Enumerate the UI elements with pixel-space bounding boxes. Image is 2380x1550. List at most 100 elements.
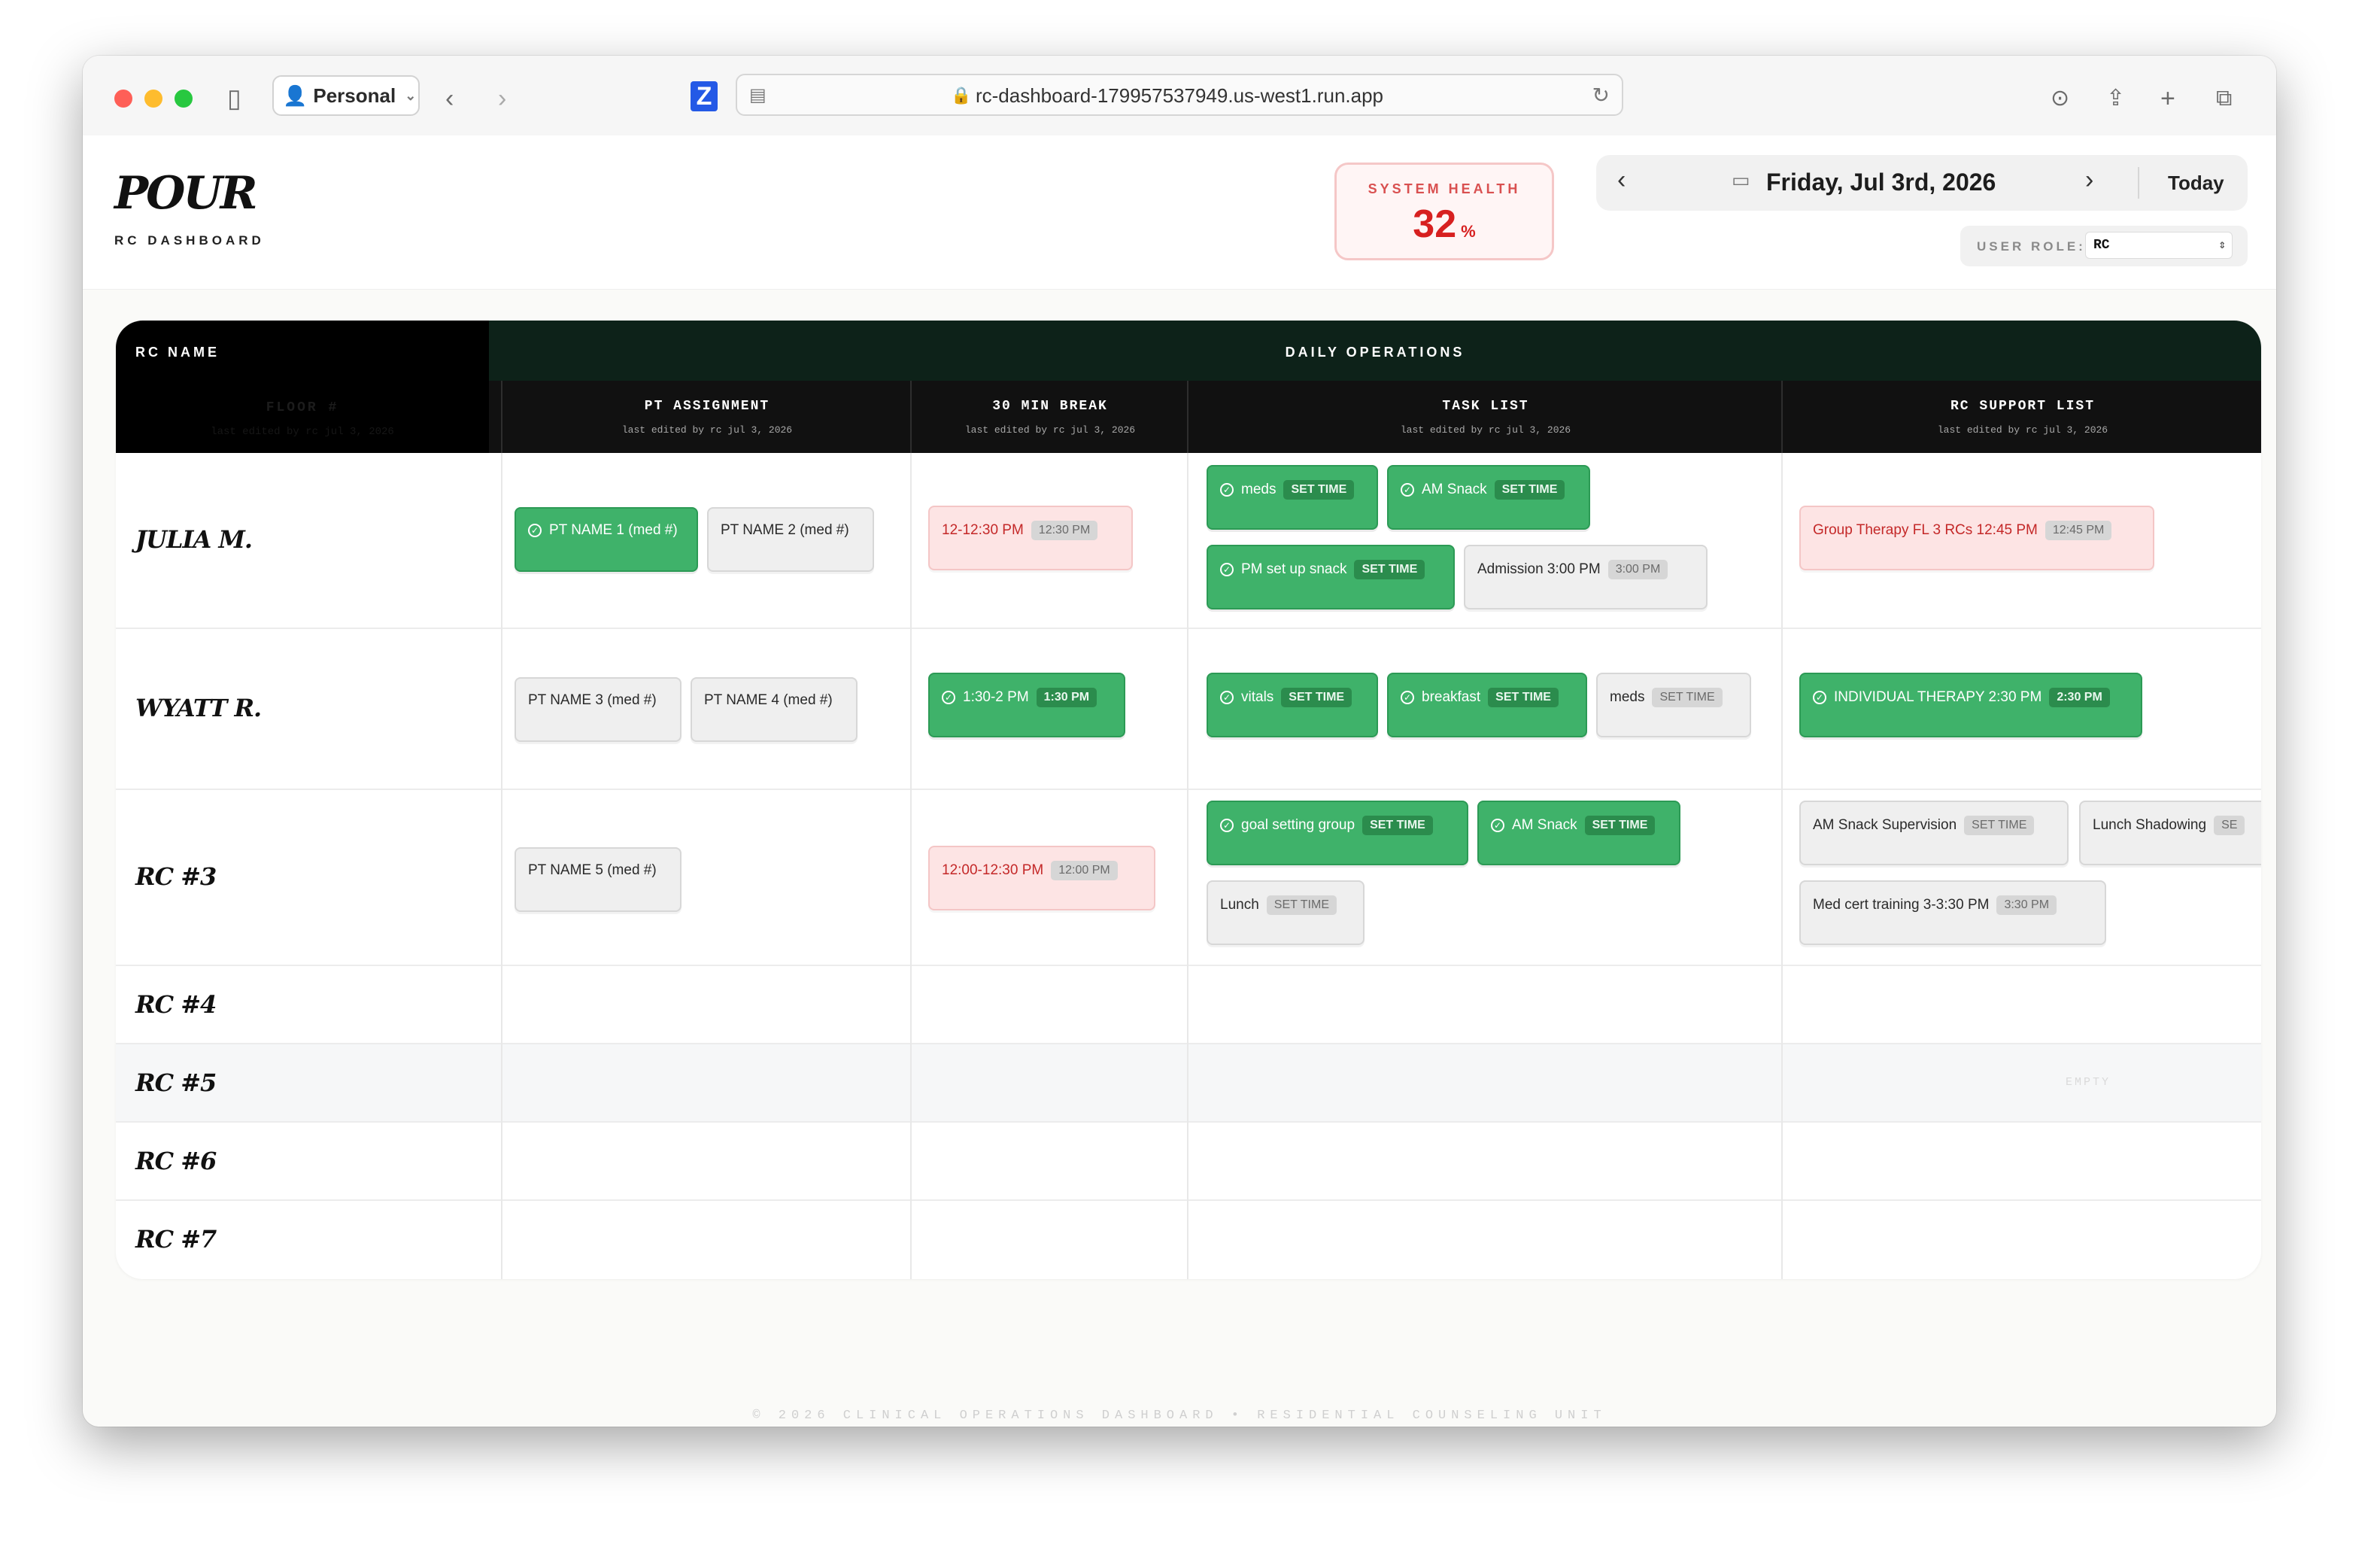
column-divider [1187, 453, 1188, 1279]
sidebar-toggle-icon[interactable]: ▯ [227, 86, 241, 111]
check-circle-icon: ✓ [1491, 819, 1504, 832]
task-card[interactable]: ✓ breakfast SET TIME [1387, 673, 1587, 737]
rc-row-4: RC #4 [116, 966, 2261, 1044]
rc-name: JULIA M. [135, 525, 253, 554]
column-title: 30 MIN BREAK [992, 399, 1108, 414]
set-time-button[interactable]: SE [2214, 816, 2245, 835]
rc-name: RC #4 [135, 990, 217, 1019]
rc-name: RC #3 [135, 862, 217, 891]
pt-card[interactable]: PT NAME 3 (med #) [515, 677, 682, 742]
time-pill: 12:00 PM [1051, 861, 1118, 880]
next-day-icon[interactable]: › [2085, 166, 2093, 195]
footer: © 2026 CLINICAL OPERATIONS DASHBOARD • R… [752, 1409, 1607, 1423]
new-tab-icon[interactable]: + [2160, 86, 2175, 111]
support-card[interactable]: Group Therapy FL 3 RCs 12:45 PM 12:45 PM [1799, 506, 2154, 570]
card-label: AM Snack [1422, 482, 1487, 497]
browser-window: ▯ 👤 Personal ⌄ ‹ › Z ▤ 🔒 rc-dashboard-17… [83, 56, 2276, 1427]
task-card[interactable]: meds SET TIME [1596, 673, 1751, 737]
break-card[interactable]: ✓ 1:30-2 PM 1:30 PM [928, 673, 1125, 737]
forward-icon[interactable]: › [498, 86, 506, 111]
rc-row-6: RC #6 [116, 1123, 2261, 1201]
close-window-button[interactable] [114, 90, 132, 108]
pt-card[interactable]: ✓ PT NAME 1 (med #) [515, 507, 698, 572]
column-divider [1781, 453, 1783, 1279]
previous-day-icon[interactable]: ‹ [1617, 166, 1626, 195]
card-label: PT NAME 1 (med #) [549, 522, 678, 538]
card-label: 1:30-2 PM [963, 689, 1029, 705]
task-card[interactable]: ✓ AM Snack SET TIME [1387, 465, 1590, 530]
check-circle-icon: ✓ [1401, 483, 1414, 497]
check-circle-icon: ✓ [1220, 483, 1234, 497]
rc-name: RC #7 [135, 1225, 217, 1254]
set-time-button[interactable]: SET TIME [1266, 895, 1337, 915]
profile-selector[interactable]: 👤 Personal ⌄ [272, 75, 420, 116]
profile-name: Personal [313, 84, 396, 107]
time-pill: 3:00 PM [1607, 560, 1668, 579]
pt-card[interactable]: PT NAME 4 (med #) [691, 677, 858, 742]
check-circle-icon: ✓ [1220, 691, 1234, 704]
card-label: Admission 3:00 PM [1477, 561, 1601, 577]
time-pill: 12:30 PM [1031, 521, 1098, 540]
extension-z-icon[interactable]: Z [691, 81, 718, 111]
task-card[interactable]: ✓ goal setting group SET TIME [1207, 801, 1468, 865]
task-card[interactable]: ✓ PM set up snack SET TIME [1207, 545, 1455, 609]
rc-name-header-label: RC NAME [135, 345, 220, 360]
break-card[interactable]: 12-12:30 PM 12:30 PM [928, 506, 1133, 570]
system-health-card: SYSTEM HEALTH 32% [1334, 163, 1554, 260]
current-date[interactable]: Friday, Jul 3rd, 2026 [1766, 169, 1996, 196]
column-title: RC SUPPORT LIST [1950, 399, 2096, 414]
support-card[interactable]: ✓ INDIVIDUAL THERAPY 2:30 PM 2:30 PM [1799, 673, 2142, 737]
rc-name: RC #5 [135, 1068, 217, 1097]
today-button[interactable]: Today [2168, 172, 2224, 195]
task-card[interactable]: ✓ vitals SET TIME [1207, 673, 1378, 737]
set-time-button[interactable]: SET TIME [1964, 816, 2035, 835]
time-pill: 12:45 PM [2045, 521, 2112, 540]
download-icon[interactable]: ⊙ [2051, 86, 2069, 111]
support-card[interactable]: Lunch Shadowing SE [2079, 801, 2261, 865]
card-label: meds [1241, 482, 1277, 497]
support-card[interactable]: AM Snack Supervision SET TIME [1799, 801, 2069, 865]
minimize-window-button[interactable] [144, 90, 162, 108]
floor-label: FLOOR # [266, 400, 339, 415]
app-header: POUR RC DASHBOARD SYSTEM HEALTH 32% ‹ ▭ … [83, 135, 2276, 290]
card-label: INDIVIDUAL THERAPY 2:30 PM [1834, 689, 2042, 705]
address-bar[interactable]: ▤ 🔒 rc-dashboard-179957537949.us-west1.r… [736, 74, 1623, 116]
card-label: breakfast [1422, 689, 1481, 705]
task-card[interactable]: Admission 3:00 PM 3:00 PM [1464, 545, 1708, 609]
set-time-button[interactable]: SET TIME [1281, 688, 1352, 707]
pt-card[interactable]: PT NAME 2 (med #) [707, 507, 874, 572]
task-card[interactable]: ✓ meds SET TIME [1207, 465, 1378, 530]
empty-placeholder: EMPTY [2066, 1076, 2111, 1089]
set-time-button[interactable]: SET TIME [1283, 480, 1355, 500]
column-title: TASK LIST [1442, 399, 1529, 414]
share-icon[interactable]: ⇪ [2106, 86, 2125, 111]
set-time-button[interactable]: SET TIME [1652, 688, 1723, 707]
check-circle-icon: ✓ [1220, 563, 1234, 576]
daily-operations-header: DAILY OPERATIONS [489, 321, 2261, 381]
break-card[interactable]: 12:00-12:30 PM 12:00 PM [928, 846, 1155, 910]
zoom-window-button[interactable] [175, 90, 193, 108]
set-time-button[interactable]: SET TIME [1354, 560, 1425, 579]
set-time-button[interactable]: SET TIME [1362, 816, 1433, 835]
person-icon: 👤 [283, 84, 308, 107]
support-card[interactable]: Med cert training 3-3:30 PM 3:30 PM [1799, 880, 2106, 945]
time-pill: 3:30 PM [1996, 895, 2057, 915]
reload-icon[interactable]: ↻ [1592, 83, 1610, 108]
set-time-button[interactable]: SET TIME [1488, 688, 1559, 707]
column-edited: last edited by rc jul 3, 2026 [964, 424, 1136, 436]
column-edited: last edited by rc jul 3, 2026 [1400, 424, 1571, 436]
set-time-button[interactable]: SET TIME [1584, 816, 1656, 835]
card-label: PT NAME 2 (med #) [721, 522, 849, 538]
calendar-icon: ▭ [1732, 169, 1750, 191]
browser-toolbar: ▯ 👤 Personal ⌄ ‹ › Z ▤ 🔒 rc-dashboard-17… [83, 56, 2276, 136]
user-role-value: RC [2093, 238, 2110, 253]
user-role-select[interactable]: RC ⇕ [2085, 232, 2233, 259]
task-card[interactable]: ✓ AM Snack SET TIME [1477, 801, 1680, 865]
task-card[interactable]: Lunch SET TIME [1207, 880, 1365, 945]
rc-row-7: RC #7 [116, 1201, 2261, 1279]
back-icon[interactable]: ‹ [445, 86, 454, 111]
time-pill: 1:30 PM [1036, 688, 1097, 707]
tab-overview-icon[interactable]: ⧉ [2216, 86, 2232, 111]
set-time-button[interactable]: SET TIME [1494, 480, 1565, 500]
pt-card[interactable]: PT NAME 5 (med #) [515, 847, 682, 912]
